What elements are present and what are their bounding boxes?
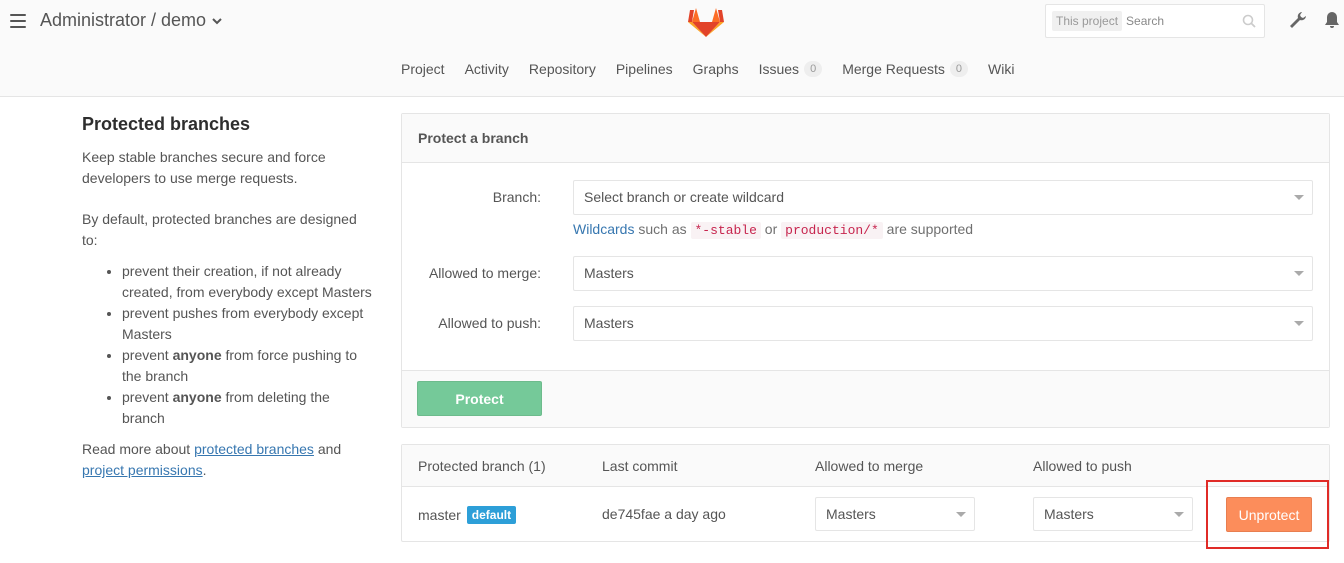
protected-branches-table: Protected branch (1) Last commit Allowed…	[401, 444, 1330, 542]
protect-branch-panel: Protect a branch Branch: Select branch o…	[401, 113, 1330, 428]
project-nav: Project Activity Repository Pipelines Gr…	[391, 58, 1024, 80]
search-box[interactable]: This project Search	[1045, 4, 1265, 38]
dropdown-caret-icon	[1294, 321, 1304, 326]
branch-cell: master default	[418, 506, 517, 524]
header-allowed-to-push: Allowed to push	[1033, 458, 1132, 474]
search-scope-badge[interactable]: This project	[1052, 11, 1123, 31]
merge-requests-count-badge: 0	[949, 61, 969, 77]
gitlab-logo-icon[interactable]	[686, 2, 726, 38]
nav-wiki[interactable]: Wiki	[978, 58, 1024, 80]
rules-list: prevent their creation, if not already c…	[122, 261, 374, 429]
table-row: master default de745fae a day ago Masters…	[402, 487, 1329, 542]
panel-footer: Protect	[402, 370, 1329, 427]
default-text: By default, protected branches are desig…	[82, 211, 357, 248]
protected-branches-info: Protected branches Keep stable branches …	[82, 112, 374, 501]
search-input[interactable]: Search	[1126, 14, 1242, 28]
breadcrumb-text[interactable]: Administrator / demo	[40, 10, 206, 31]
wildcard-help: Wildcards such as *-stable or production…	[573, 221, 974, 239]
highlight-box	[1206, 480, 1329, 549]
list-item: prevent anyone from deleting the branch	[122, 387, 374, 429]
allowed-to-merge-select[interactable]: Masters	[573, 256, 1313, 291]
header-last-commit: Last commit	[602, 458, 678, 474]
dropdown-caret-icon	[956, 512, 966, 517]
nav-issues[interactable]: Issues 0	[749, 58, 833, 80]
nav-graphs[interactable]: Graphs	[683, 58, 749, 80]
project-permissions-link[interactable]: project permissions	[82, 462, 203, 478]
list-item: prevent pushes from everybody except Mas…	[122, 303, 374, 345]
header-protected-branch: Protected branch (1)	[418, 458, 546, 474]
list-item: prevent anyone from force pushing to the…	[122, 345, 374, 387]
issues-count-badge: 0	[804, 61, 823, 77]
branch-label: Branch:	[492, 189, 541, 205]
table-header: Protected branch (1) Last commit Allowed…	[402, 445, 1329, 487]
nav-repository[interactable]: Repository	[519, 58, 606, 80]
header-allowed-to-merge: Allowed to merge	[815, 458, 924, 474]
allowed-to-push-select[interactable]: Masters	[573, 306, 1313, 341]
protect-button[interactable]: Protect	[417, 381, 542, 416]
row-merge-select[interactable]: Masters	[815, 497, 975, 531]
wrench-icon[interactable]	[1288, 10, 1308, 30]
top-header: Administrator / demo This project Search…	[0, 0, 1344, 97]
panel-heading: Protect a branch	[402, 114, 1329, 163]
chevron-down-icon[interactable]	[212, 16, 222, 26]
wildcards-link[interactable]: Wildcards	[573, 221, 634, 237]
project-breadcrumb[interactable]: Administrator / demo	[40, 10, 222, 31]
last-commit-cell: de745fae a day ago	[602, 506, 726, 522]
read-more-text: Read more about protected branches and p…	[82, 441, 342, 478]
row-push-select[interactable]: Masters	[1033, 497, 1193, 531]
dropdown-caret-icon	[1174, 512, 1184, 517]
nav-pipelines[interactable]: Pipelines	[606, 58, 683, 80]
dropdown-caret-icon	[1294, 271, 1304, 276]
branch-name[interactable]: master	[418, 507, 461, 523]
section-title: Protected branches	[82, 114, 251, 134]
list-item: prevent their creation, if not already c…	[122, 261, 374, 303]
code-production: production/*	[781, 222, 883, 239]
merge-label: Allowed to merge:	[428, 265, 541, 281]
nav-project[interactable]: Project	[391, 58, 455, 80]
intro-text: Keep stable branches secure and force de…	[82, 149, 326, 186]
push-label: Allowed to push:	[438, 315, 541, 331]
bell-icon[interactable]	[1322, 10, 1342, 30]
nav-activity[interactable]: Activity	[455, 58, 519, 80]
search-icon	[1242, 14, 1256, 28]
branch-select[interactable]: Select branch or create wildcard	[573, 180, 1313, 215]
default-badge: default	[466, 506, 517, 524]
protected-branches-link[interactable]: protected branches	[194, 441, 314, 457]
code-stable: *-stable	[690, 222, 761, 239]
hamburger-menu-icon[interactable]	[10, 14, 26, 28]
nav-merge-requests[interactable]: Merge Requests 0	[832, 58, 978, 80]
dropdown-caret-icon	[1294, 195, 1304, 200]
